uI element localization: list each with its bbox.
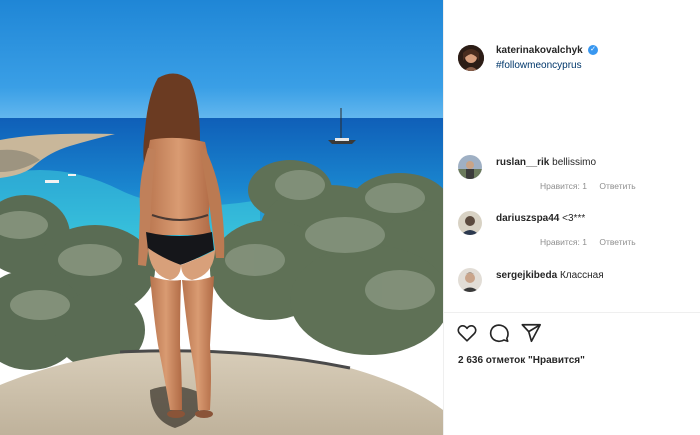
verified-badge-icon: ✓ — [588, 45, 598, 55]
author-avatar[interactable] — [458, 45, 484, 71]
comment-username[interactable]: sergejkibeda — [496, 270, 557, 281]
commenter-avatar[interactable] — [458, 211, 482, 235]
commenter-avatar[interactable] — [458, 268, 482, 292]
comment-body: Классная — [559, 270, 604, 281]
likes-count[interactable]: 2 636 отметок "Нравится" — [458, 355, 585, 366]
comment-text: sergejkibeda Классная — [496, 270, 604, 281]
comment-text: dariuszspa44 <3*** — [496, 213, 585, 224]
post-details-panel: katerinakovalchyk ✓ #followmeoncyprus ru… — [443, 0, 700, 435]
post-photo-image — [0, 0, 443, 435]
comment-meta: Нравится: 1 Ответить — [540, 237, 646, 247]
comment-item: dariuszspa44 <3*** Нравится: 1 Ответить — [444, 211, 700, 247]
post-photo[interactable] — [0, 0, 443, 435]
avatar-image — [458, 211, 482, 235]
avatar-image — [458, 45, 484, 71]
reply-button[interactable]: Ответить — [599, 237, 635, 247]
heart-icon[interactable] — [456, 322, 478, 344]
comment-item: ruslan__rik bellissimo Нравится: 1 Ответ… — [444, 155, 700, 191]
actions-divider — [444, 312, 700, 313]
post-header: katerinakovalchyk ✓ #followmeoncyprus — [444, 0, 700, 82]
comment-item: sergejkibeda Классная — [444, 268, 700, 298]
post-actions — [456, 322, 576, 344]
comment-body: bellissimo — [552, 157, 597, 168]
comment-username[interactable]: dariuszspa44 — [496, 213, 559, 224]
comment-username[interactable]: ruslan__rik — [496, 157, 549, 168]
comment-meta: Нравится: 1 Ответить — [540, 181, 646, 191]
comment-likes-count[interactable]: Нравится: 1 — [540, 181, 587, 191]
comment-text: ruslan__rik bellissimo — [496, 157, 596, 168]
comment-body: <3*** — [562, 213, 586, 224]
comment-icon[interactable] — [488, 322, 510, 344]
avatar-image — [458, 268, 482, 292]
instagram-post: katerinakovalchyk ✓ #followmeoncyprus ru… — [0, 0, 700, 435]
reply-button[interactable]: Ответить — [599, 181, 635, 191]
comment-likes-count[interactable]: Нравится: 1 — [540, 237, 587, 247]
commenter-avatar[interactable] — [458, 155, 482, 179]
avatar-image — [458, 155, 482, 179]
author-username[interactable]: katerinakovalchyk — [496, 45, 583, 56]
caption-hashtag[interactable]: #followmeoncyprus — [496, 60, 582, 71]
share-icon[interactable] — [520, 322, 542, 344]
